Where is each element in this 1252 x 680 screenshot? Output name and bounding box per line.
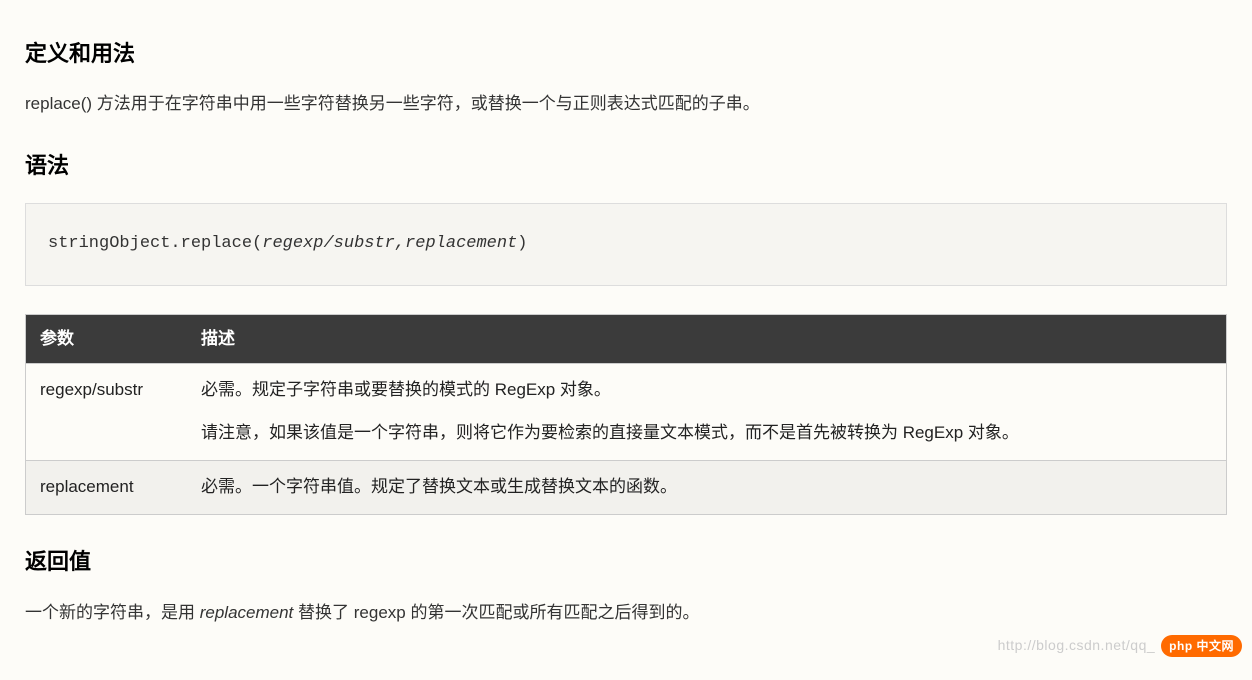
code-close: ) (517, 234, 527, 253)
heading-definition: 定义和用法 (25, 35, 1227, 72)
syntax-code-block: stringObject.replace(regexp/substr,repla… (25, 203, 1227, 286)
table-row: regexp/substr 必需。规定子字符串或要替换的模式的 RegExp 对… (26, 364, 1227, 461)
definition-text: replace() 方法用于在字符串中用一些字符替换另一些字符，或替换一个与正则… (25, 90, 1227, 119)
param-desc-line: 请注意，如果该值是一个字符串，则将它作为要检索的直接量文本模式，而不是首先被转换… (201, 419, 1212, 448)
heading-return: 返回值 (25, 543, 1227, 580)
param-name: replacement (26, 461, 187, 515)
return-post: 替换了 regexp 的第一次匹配或所有匹配之后得到的。 (293, 603, 699, 622)
param-desc-line: 必需。规定子字符串或要替换的模式的 RegExp 对象。 (201, 376, 1212, 405)
param-desc-line: 必需。一个字符串值。规定了替换文本或生成替换文本的函数。 (201, 473, 1212, 502)
return-text: 一个新的字符串，是用 replacement 替换了 regexp 的第一次匹配… (25, 599, 1227, 628)
code-args: regexp/substr,replacement (262, 234, 517, 253)
th-param: 参数 (26, 314, 187, 364)
watermark-logo: php 中文网 (1161, 635, 1242, 657)
table-row: replacement 必需。一个字符串值。规定了替换文本或生成替换文本的函数。 (26, 461, 1227, 515)
watermark: http://blog.csdn.net/qq_ php 中文网 (998, 634, 1242, 658)
th-desc: 描述 (187, 314, 1227, 364)
return-italic: replacement (200, 603, 294, 622)
table-header-row: 参数 描述 (26, 314, 1227, 364)
params-table: 参数 描述 regexp/substr 必需。规定子字符串或要替换的模式的 Re… (25, 314, 1227, 516)
watermark-url: http://blog.csdn.net/qq_ (998, 634, 1156, 658)
return-pre: 一个新的字符串，是用 (25, 603, 200, 622)
heading-syntax: 语法 (25, 147, 1227, 184)
param-desc: 必需。规定子字符串或要替换的模式的 RegExp 对象。 请注意，如果该值是一个… (187, 364, 1227, 461)
param-name: regexp/substr (26, 364, 187, 461)
code-object: stringObject.replace( (48, 234, 262, 253)
param-desc: 必需。一个字符串值。规定了替换文本或生成替换文本的函数。 (187, 461, 1227, 515)
